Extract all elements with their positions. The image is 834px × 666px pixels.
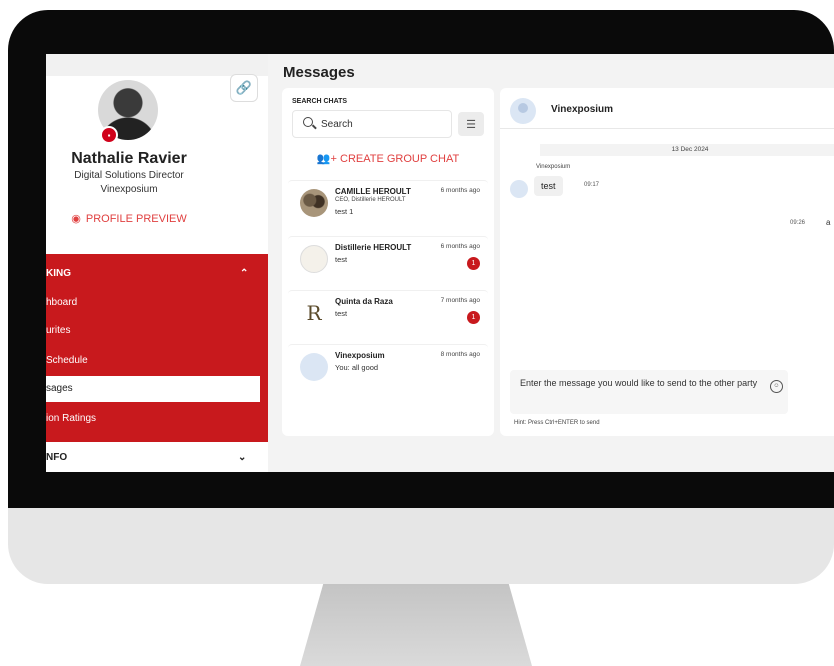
search-icon — [303, 117, 313, 127]
conversation-avatar — [510, 98, 536, 124]
chat-item-quinta[interactable]: R Quinta da Raza test 7 months ago 1 — [288, 290, 488, 339]
filter-button[interactable]: ☰ — [458, 112, 484, 136]
chat-name: CAMILLE HEROULT — [335, 187, 411, 196]
unread-badge: 1 — [467, 257, 480, 270]
message-bubble: test — [534, 176, 563, 196]
chat-list-panel: SEARCH CHATS ☰ 👥+ CREATE GROUP CHAT CAMI… — [282, 88, 494, 436]
chevron-up-icon: ⌃ — [240, 268, 249, 279]
chat-time: 8 months ago — [440, 351, 480, 358]
profile-role: Digital Solutions Director — [74, 170, 184, 181]
eye-icon: ◉ — [71, 213, 81, 225]
sidebar-section-label: KING — [46, 268, 71, 279]
emoji-icon[interactable]: ☺ — [770, 380, 783, 393]
chat-last-message: test — [335, 255, 348, 264]
chat-name: Quinta da Raza — [335, 297, 393, 306]
create-group-chat-label: CREATE GROUP CHAT — [340, 153, 460, 165]
sidebar-item-favourites[interactable]: urites — [46, 318, 260, 344]
chat-avatar — [300, 353, 328, 381]
search-box — [292, 110, 452, 138]
conversation-panel: Vinexposium 13 Dec 2024 Vinexposium test… — [500, 88, 834, 436]
sidebar-menu: KING ⌃ hboard urites Schedule sages ion … — [46, 254, 268, 442]
page-title: Messages — [283, 64, 355, 81]
message-sender: Vinexposium — [536, 164, 571, 170]
sidebar-info-header[interactable]: NFO ⌄ — [46, 452, 268, 463]
conversation-header: Vinexposium — [500, 88, 834, 129]
profile-name: Nathalie Ravier — [71, 150, 187, 167]
outgoing-message-time: 09:26 — [790, 220, 806, 226]
chat-time: 6 months ago — [440, 243, 480, 250]
sidebar-section-header[interactable]: KING ⌃ — [46, 268, 268, 288]
outgoing-message-text: a — [826, 218, 831, 227]
create-group-chat-button[interactable]: 👥+ CREATE GROUP CHAT — [282, 152, 494, 165]
conversation-name: Vinexposium — [551, 104, 614, 115]
quinta-logo-icon: R — [300, 299, 328, 327]
link-icon: 🔗 — [235, 80, 253, 95]
chat-time: 6 months ago — [440, 187, 480, 194]
search-chats-label: SEARCH CHATS — [292, 98, 348, 105]
filter-icon: ☰ — [466, 118, 476, 131]
date-divider: 13 Dec 2024 — [540, 144, 834, 156]
chat-avatar — [300, 245, 328, 273]
sidebar-top-bar — [46, 54, 268, 76]
chat-item-camille[interactable]: CAMILLE HEROULT CEO, Distillerie HEROULT… — [288, 180, 488, 233]
chat-name: Vinexposium — [335, 351, 385, 360]
sidebar-item-messages[interactable]: sages — [46, 376, 260, 402]
chat-subtitle: CEO, Distillerie HEROULT — [335, 197, 406, 203]
chat-item-distillerie[interactable]: Distillerie HEROULT test 6 months ago 1 — [288, 236, 488, 285]
unread-badge: 1 — [467, 311, 480, 324]
sidebar-item-schedule[interactable]: Schedule — [46, 348, 260, 374]
chat-last-message: test — [335, 309, 348, 318]
chat-avatar — [300, 189, 328, 217]
search-input[interactable] — [319, 114, 447, 134]
send-hint: Hint: Press Ctrl+ENTER to send — [514, 420, 600, 426]
sidebar-item-ratings[interactable]: ion Ratings — [46, 406, 260, 432]
profile-preview-label: PROFILE PREVIEW — [85, 213, 187, 225]
briefcase-icon: ▪ — [100, 126, 118, 144]
sidebar-info-label: NFO — [46, 452, 68, 463]
copy-link-button[interactable]: 🔗 — [230, 74, 258, 102]
chat-item-vinexposium[interactable]: Vinexposium You: all good 8 months ago — [288, 344, 488, 393]
sidebar: 🔗 ▪ Nathalie Ravier Digital Solutions Di… — [46, 54, 268, 472]
message-input[interactable]: Enter the message you would like to send… — [510, 370, 788, 414]
chat-time: 7 months ago — [440, 297, 480, 304]
message-time: 09:17 — [584, 182, 600, 188]
screen: 🔗 ▪ Nathalie Ravier Digital Solutions Di… — [46, 54, 834, 472]
chat-name: Distillerie HEROULT — [335, 243, 412, 252]
monitor-chin — [8, 508, 834, 584]
chat-last-message: You: all good — [335, 363, 379, 372]
chat-last-message: test 1 — [335, 207, 354, 216]
profile-preview-link[interactable]: ◉ PROFILE PREVIEW — [46, 212, 212, 225]
profile-company: Vinexposium — [100, 184, 158, 195]
add-group-icon: 👥+ — [316, 153, 340, 165]
monitor-stand — [300, 584, 532, 666]
message-avatar — [510, 180, 528, 198]
chevron-down-icon: ⌄ — [238, 452, 247, 463]
sidebar-item-dashboard[interactable]: hboard — [46, 290, 260, 316]
